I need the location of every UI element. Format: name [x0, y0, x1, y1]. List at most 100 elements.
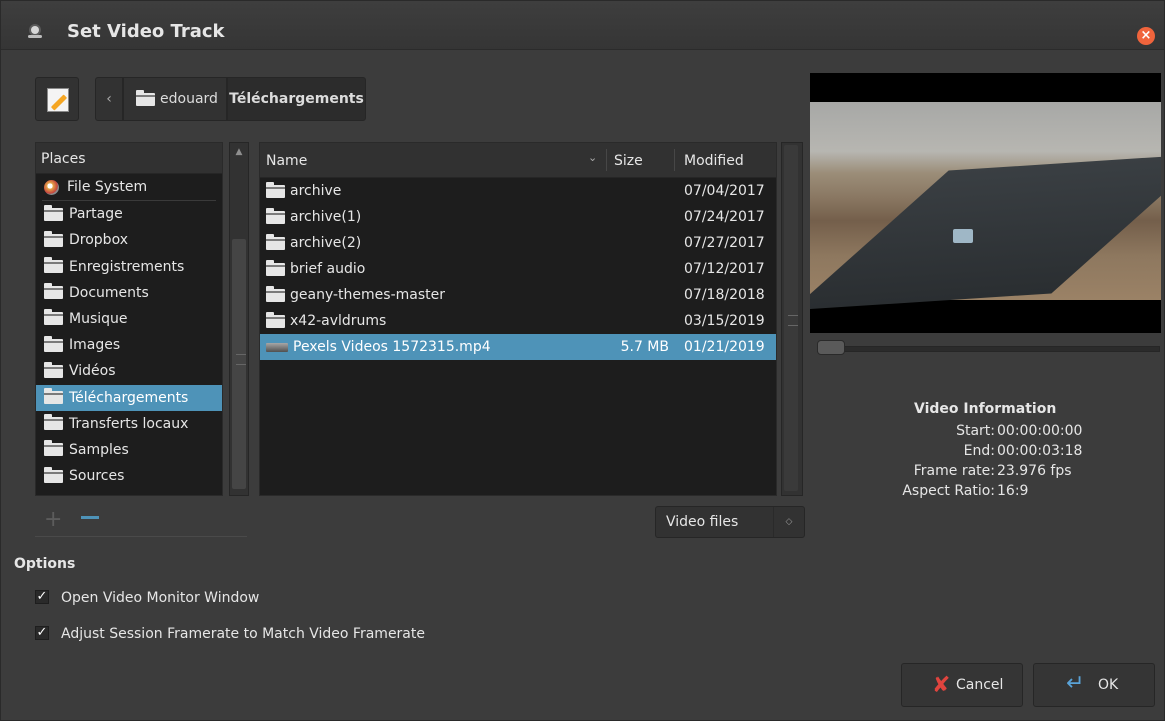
- files-scrollbar[interactable]: [781, 142, 803, 496]
- video-file-icon: [266, 342, 288, 352]
- file-type-filter[interactable]: Video files ◇: [655, 506, 805, 538]
- remove-bookmark-button[interactable]: [81, 516, 99, 519]
- add-bookmark-button[interactable]: +: [44, 507, 62, 532]
- files-scroll-thumb[interactable]: [784, 145, 798, 491]
- file-modified: 07/27/2017: [684, 235, 765, 251]
- file-name: archive(2): [290, 235, 362, 251]
- sidebar-item-label: Téléchargements: [69, 389, 189, 406]
- sidebar-item-musique[interactable]: Musique: [36, 306, 222, 332]
- folder-icon: [44, 440, 63, 457]
- sidebar-item-documents[interactable]: Documents: [36, 280, 222, 306]
- grip-icon: [236, 354, 246, 365]
- file-name: archive(1): [290, 209, 362, 225]
- sidebar-item-label: Enregistrements: [69, 258, 185, 275]
- sidebar-item-label: Samples: [69, 441, 129, 458]
- sidebar-item-label: Documents: [69, 284, 149, 301]
- preview-seek-track[interactable]: [817, 346, 1160, 352]
- folder-icon: [136, 90, 155, 106]
- info-value: 16:9: [997, 483, 1029, 499]
- sidebar-item-partage[interactable]: Partage: [36, 201, 222, 227]
- video-info-aspect-ratio: Aspect Ratio: 16:9: [837, 481, 1137, 501]
- file-row-geany-themes-master[interactable]: geany-themes-master 07/18/2018: [260, 282, 776, 308]
- info-value: 00:00:00:00: [997, 423, 1083, 439]
- column-divider: [674, 149, 675, 171]
- folder-icon: [44, 361, 63, 378]
- type-location-button[interactable]: [35, 77, 79, 121]
- sidebar-item-label: Images: [69, 337, 121, 354]
- folder-icon: [44, 204, 63, 221]
- ok-button[interactable]: ↵ OK: [1033, 663, 1155, 707]
- sidebar-item-videos[interactable]: Vidéos: [36, 358, 222, 384]
- file-row-x42-avldrums[interactable]: x42-avldrums 03/15/2019: [260, 308, 776, 334]
- file-name: Pexels Videos 1572315.mp4: [293, 339, 491, 355]
- file-modified: 07/24/2017: [684, 209, 765, 225]
- file-name: x42-avldrums: [290, 313, 387, 329]
- folder-icon: [266, 311, 285, 328]
- sidebar-item-label: Dropbox: [69, 232, 128, 249]
- folder-icon: [266, 285, 285, 302]
- file-row-archive[interactable]: archive 07/04/2017: [260, 178, 776, 204]
- filter-selected-value: Video files: [666, 514, 739, 530]
- places-header[interactable]: Places: [36, 143, 222, 174]
- option-label: Adjust Session Framerate to Match Video …: [61, 626, 425, 642]
- scroll-up-icon[interactable]: ▲: [232, 145, 246, 159]
- column-header-size[interactable]: Size: [614, 153, 643, 169]
- checkbox-adjust-framerate[interactable]: ✓: [35, 626, 49, 640]
- video-frame: [810, 102, 1161, 311]
- video-info-end: End: 00:00:03:18: [837, 441, 1137, 461]
- file-name: archive: [290, 183, 342, 199]
- info-key: Frame rate:: [913, 463, 995, 479]
- preview-seek-handle[interactable]: [817, 340, 845, 355]
- file-list-header: Name ⌄ Size Modified: [260, 143, 776, 178]
- checkbox-open-video-monitor[interactable]: ✓: [35, 590, 49, 604]
- folder-icon: [44, 230, 63, 247]
- app-icon: [28, 26, 42, 38]
- file-modified: 07/12/2017: [684, 261, 765, 277]
- column-header-name[interactable]: Name: [266, 153, 307, 169]
- folder-icon: [266, 207, 285, 224]
- sidebar-item-telechargements[interactable]: Téléchargements: [36, 384, 222, 411]
- options-heading: Options: [14, 556, 76, 572]
- sidebar-item-label: Vidéos: [69, 363, 116, 380]
- breadcrumb-back-button[interactable]: ‹: [95, 77, 123, 121]
- close-icon: ×: [1140, 28, 1152, 43]
- info-value: 23.976 fps: [997, 463, 1072, 479]
- sidebar-item-dropbox[interactable]: Dropbox: [36, 227, 222, 253]
- sidebar-item-images[interactable]: Images: [36, 332, 222, 358]
- sidebar-item-transferts-locaux[interactable]: Transferts locaux: [36, 411, 222, 437]
- places-divider: [35, 536, 247, 537]
- breadcrumb-edouard[interactable]: edouard: [123, 77, 227, 121]
- grip-icon: [788, 315, 798, 326]
- option-label: Open Video Monitor Window: [61, 590, 260, 606]
- file-row-pexels-video[interactable]: Pexels Videos 1572315.mp4 5.7 MB 01/21/2…: [260, 334, 776, 360]
- file-name: brief audio: [290, 261, 366, 277]
- filesystem-icon: [44, 179, 59, 195]
- file-row-brief-audio[interactable]: brief audio 07/12/2017: [260, 256, 776, 282]
- column-header-modified[interactable]: Modified: [684, 153, 744, 169]
- breadcrumb-telechargements[interactable]: Téléchargements: [227, 77, 366, 121]
- file-row-archive-2[interactable]: archive(2) 07/27/2017: [260, 230, 776, 256]
- file-modified: 01/21/2019: [684, 339, 765, 355]
- file-modified: 03/15/2019: [684, 313, 765, 329]
- window-title: Set Video Track: [67, 21, 225, 42]
- file-name: geany-themes-master: [290, 287, 445, 303]
- places-scroll-thumb[interactable]: [232, 239, 246, 489]
- video-preview: [810, 73, 1161, 333]
- sidebar-item-file-system[interactable]: File System: [36, 174, 222, 200]
- cancel-button[interactable]: ✘ Cancel: [901, 663, 1023, 707]
- close-window-button[interactable]: ×: [1137, 27, 1155, 45]
- sidebar-item-samples[interactable]: Samples: [36, 437, 222, 463]
- sidebar-item-label: Musique: [69, 310, 128, 327]
- folder-icon: [44, 309, 63, 326]
- folder-icon: [266, 233, 285, 250]
- sidebar-item-sources[interactable]: Sources: [36, 463, 222, 489]
- ok-label: OK: [1098, 677, 1119, 693]
- sidebar-item-enregistrements[interactable]: Enregistrements: [36, 254, 222, 280]
- set-video-track-dialog: Set Video Track × ‹ edouard Téléchargeme…: [0, 0, 1165, 721]
- folder-icon: [44, 257, 63, 274]
- places-scrollbar[interactable]: ▲: [229, 142, 249, 496]
- folder-icon: [44, 283, 63, 300]
- file-row-archive-1[interactable]: archive(1) 07/24/2017: [260, 204, 776, 230]
- info-key: End:: [963, 443, 995, 459]
- folder-icon: [266, 259, 285, 276]
